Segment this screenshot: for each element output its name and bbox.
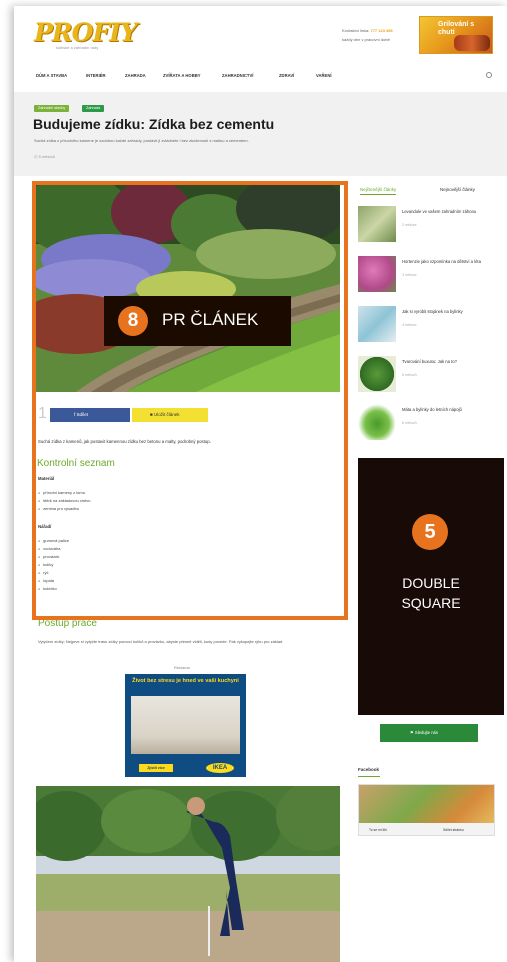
heading-underline [358, 776, 380, 777]
article-title: Budujeme zídku: Zídka bez cementu [33, 116, 275, 132]
sidebar-article-title: Tvarování buxusu: Jak na to? [402, 359, 457, 364]
placement-name: PR ČLÁNEK [162, 310, 259, 329]
sidebar-article-date: 3 měsíce [402, 273, 417, 277]
nav-item[interactable]: ZDRAVÍ [279, 73, 294, 78]
sidebar-article-title: Levandule ve vašem zahradním záhonu [402, 209, 477, 214]
follow-us-button[interactable]: ⚑ Sledujte nás [380, 724, 478, 742]
sidebar-article[interactable]: Tvarování buxusu: Jak na to? 5 měsíců [358, 356, 503, 392]
logo-text: PROFIY [34, 18, 138, 47]
main-nav: DŮM A STAVBA INTERIÉR ZAHRADA ZVÍŘATA A … [36, 72, 496, 83]
nav-item[interactable]: DŮM A STAVBA [36, 73, 67, 78]
article-date: ◷ 5 měsíců [34, 154, 55, 159]
facebook-like-button[interactable]: To se mi líbí [369, 828, 387, 832]
sidebar-thumbnail [358, 404, 396, 440]
logo-tagline: kutilské a zahradní rady [56, 45, 99, 50]
sidebar-article-date: 4 měsíce [402, 323, 417, 327]
ikea-banner-ad[interactable]: Život bez stresu je hned ve vaší kuchyni… [125, 674, 246, 777]
category-badge[interactable]: Zahradní stavby [34, 105, 70, 112]
ad-headline: Život bez stresu je hned ve vaší kuchyni [132, 678, 239, 684]
sidebar-thumbnail [358, 206, 396, 242]
date-text: 5 měsíců [38, 154, 55, 159]
page: PROFIY kutilské a zahradní rady Kontaktn… [14, 6, 507, 962]
ad-label: Reklama [174, 665, 190, 670]
ad-cta-button[interactable]: Zjistit více [139, 764, 173, 772]
sidebar-article-title: Jak si vyrobit stojánek na bylinky [402, 309, 463, 314]
nav-item[interactable]: INTERIÉR [86, 73, 106, 78]
sidebar-thumbnail [358, 356, 396, 392]
placement-number-badge: 5 [412, 514, 448, 550]
sidebar-article[interactable]: Hortenzie jako vzpomínka na dětství a lé… [358, 256, 503, 292]
ad-kitchen-image [131, 696, 240, 754]
search-icon[interactable] [486, 72, 492, 78]
sidebar-article-title: Máta a bylinky do letních nápojů [402, 407, 462, 412]
sidebar-article-title: Hortenzie jako vzpomínka na dětství a lé… [402, 259, 481, 264]
sidebar-article[interactable]: Jak si vyrobit stojánek na bylinky 4 měs… [358, 306, 503, 342]
sidebar-article[interactable]: Máta a bylinky do letních nápojů 6 měsíc… [358, 404, 503, 440]
facebook-widget-title: Facebook [358, 767, 380, 772]
man-marking-ground-photo [36, 786, 340, 962]
sidebar-article-date: 5 měsíců [402, 373, 417, 377]
facebook-share-page-button[interactable]: Sdílet stránku [443, 828, 464, 832]
tab-most-read[interactable]: Nejčtenější články [360, 187, 397, 195]
procedure-text: Vytyčení zídky: Nejprve si vytyčte trasu… [38, 639, 284, 644]
placement-name-line2: SQUARE [401, 595, 461, 611]
contact-label: Kontaktní linka: [342, 28, 370, 33]
article-step-image [36, 786, 340, 962]
site-logo[interactable]: PROFIY kutilské a zahradní rady [34, 18, 138, 52]
pr-article-placement-outline [32, 181, 348, 620]
sidebar-article-date: 6 měsíců [402, 421, 417, 425]
contact-phone[interactable]: 777 123 456 [370, 28, 392, 33]
ikea-logo: IKEA [206, 763, 234, 773]
category-badge[interactable]: Zahrada [82, 105, 105, 112]
placement-number-badge: 8 [118, 306, 148, 336]
follow-label: Sledujte nás [414, 730, 438, 735]
facebook-page-widget[interactable]: To se mi líbí Sdílet stránku [358, 784, 495, 836]
pr-article-label: 8 PR ČLÁNEK [104, 296, 291, 346]
header-contact: Kontaktní linka: 777 123 456 každý den v… [342, 26, 393, 44]
sidebar-thumbnail [358, 306, 396, 342]
tab-newest[interactable]: Nejnovější články [440, 187, 475, 192]
contact-sub: každý den v pracovní době [342, 37, 390, 42]
sidebar-article-date: 2 měsíce [402, 223, 417, 227]
nav-item[interactable]: ZVÍŘATA A HOBBY [163, 73, 201, 78]
sidebar-thumbnail [358, 256, 396, 292]
header-ad-image [454, 35, 490, 51]
sidebar-tabs: Nejčtenější články Nejnovější články [358, 187, 505, 199]
article-header: Zahradní stavby Zahrada Budujeme zídku: … [14, 92, 507, 176]
double-square-ad-placement: 5 DOUBLE SQUARE [358, 458, 504, 715]
nav-item[interactable]: ZAHRADA [125, 73, 146, 78]
header-banner-ad[interactable]: Grilování s chutí [419, 16, 493, 54]
nav-item[interactable]: ZAHRADNICTVÍ [222, 73, 253, 78]
sidebar-article[interactable]: Levandule ve vašem zahradním záhonu 2 mě… [358, 206, 503, 242]
article-lead: Suchá zídka z přírodního kamene je ozdob… [34, 138, 249, 143]
nav-item[interactable]: VAŘENÍ [316, 73, 332, 78]
placement-name-line1: DOUBLE [402, 575, 460, 591]
